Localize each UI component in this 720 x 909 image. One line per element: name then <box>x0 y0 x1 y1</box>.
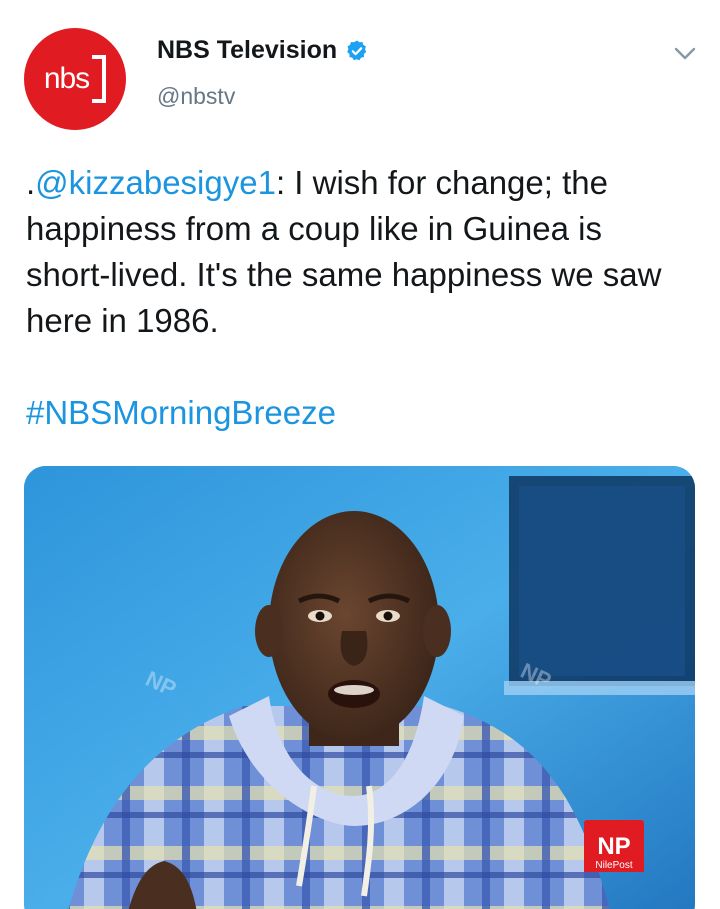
chevron-down-icon[interactable] <box>672 40 698 66</box>
hashtag-line: #NBSMorningBreeze <box>26 390 686 436</box>
name-row: NBS Television <box>157 36 369 65</box>
display-name[interactable]: NBS Television <box>157 36 337 65</box>
tweet[interactable]: nbs NBS Television @nbstv .@kizzabesigye… <box>0 0 720 909</box>
tweet-media-image[interactable]: NP NP NP NilePost <box>24 466 695 909</box>
tweet-header: NBS Television @nbstv <box>157 36 369 110</box>
mention-link[interactable]: @kizzabesigye1 <box>35 164 276 201</box>
hashtag-link[interactable]: #NBSMorningBreeze <box>26 394 336 431</box>
photo-illustration: NP NP NP NilePost <box>24 466 695 909</box>
verified-badge-icon <box>347 40 367 60</box>
nilepost-logo-text: NP <box>597 833 630 860</box>
avatar[interactable]: nbs <box>24 28 126 130</box>
text-prefix: . <box>26 164 36 201</box>
tweet-text: .@kizzabesigye1: I wish for change; the … <box>26 160 686 436</box>
nilepost-logo: NP NilePost <box>584 820 644 872</box>
nilepost-label: NilePost <box>595 860 632 871</box>
user-handle[interactable]: @nbstv <box>157 83 369 110</box>
nbs-logo: nbs <box>44 55 107 103</box>
tweet-body: .@kizzabesigye1: I wish for change; the … <box>26 160 686 344</box>
